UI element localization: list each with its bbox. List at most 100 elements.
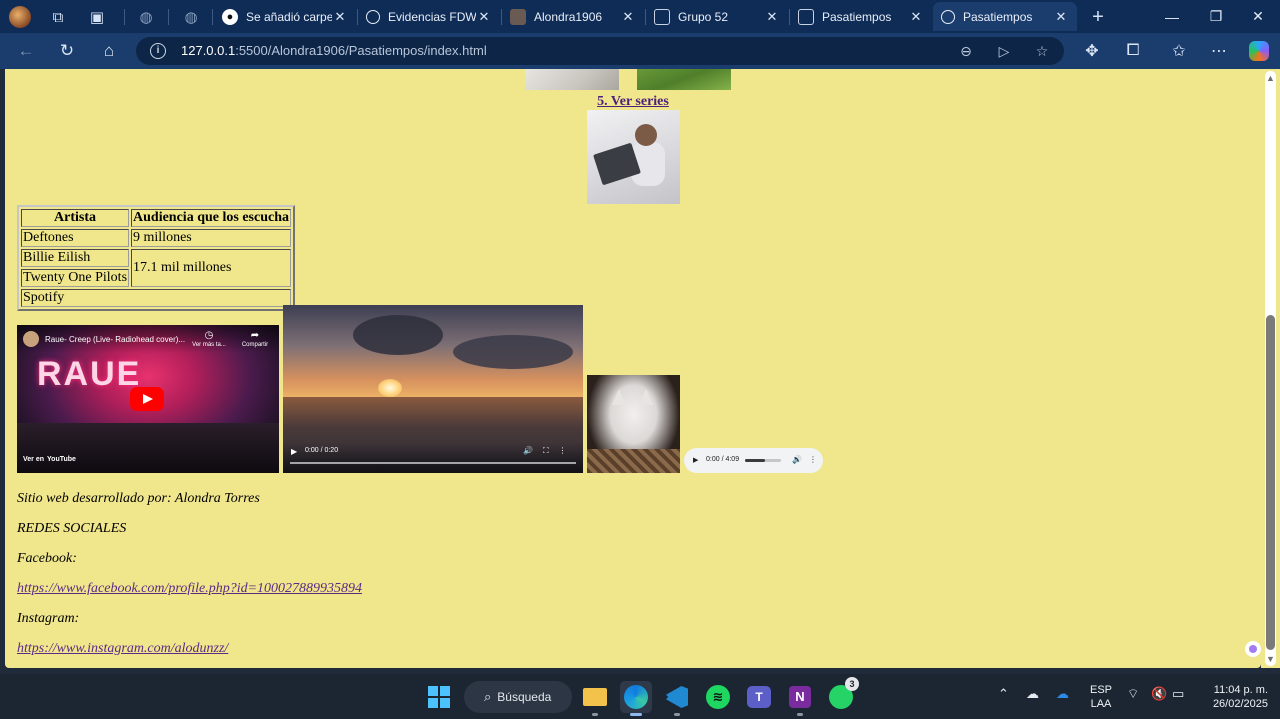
avatar-icon: [510, 8, 526, 25]
more-options-icon[interactable]: ⋮: [809, 455, 817, 464]
artist-cell: Twenty One Pilots: [21, 269, 130, 287]
channel-avatar[interactable]: [23, 331, 39, 347]
tab-pasatiempos[interactable]: Pasatiempos ✕: [790, 2, 932, 31]
windows-logo-icon: [428, 686, 450, 708]
share-icon: ➦: [250, 330, 260, 341]
close-tab-icon[interactable]: ✕: [620, 9, 636, 25]
tab-evidencias[interactable]: Evidencias FDW ✕: [358, 2, 500, 31]
teams-icon: T: [747, 686, 771, 708]
spotify-button[interactable]: ≋: [702, 681, 734, 713]
tab-title: Grupo 52: [678, 9, 729, 24]
workspaces-icon[interactable]: ⧉: [45, 4, 71, 30]
play-icon[interactable]: ▶: [291, 447, 297, 456]
onedrive-icon[interactable]: ☁: [1056, 686, 1069, 702]
zoom-icon[interactable]: ⊖: [955, 41, 977, 61]
close-tab-icon[interactable]: ✕: [332, 9, 348, 25]
github-icon: ●: [222, 8, 238, 25]
minimize-icon[interactable]: —: [1150, 0, 1194, 33]
youtube-video-title[interactable]: Raue- Creep (Live- Radiohead cover)...: [45, 335, 190, 344]
share-button[interactable]: ➦ Compartir: [235, 330, 275, 348]
table-footer-cell: Spotify: [21, 289, 291, 307]
notification-badge: 3: [845, 677, 859, 691]
taskbar-search[interactable]: ⌕ Búsqueda: [464, 681, 572, 713]
youtube-play-button[interactable]: [130, 387, 164, 411]
page-viewport: 5. Ver series Artista Audiencia que los …: [5, 69, 1261, 668]
teams-button[interactable]: T: [743, 681, 775, 713]
restore-icon[interactable]: ❐: [1194, 0, 1238, 33]
tab-grupo-52[interactable]: Grupo 52 ✕: [646, 2, 788, 31]
extension-icon[interactable]: ✥: [1078, 38, 1106, 64]
sunset-video-player[interactable]: ▶ 0:00 / 0:20 🔊⛶⋮: [283, 305, 583, 473]
wifi-icon[interactable]: ⌔: [1127, 686, 1139, 702]
volume-muted-icon[interactable]: 🔇: [1151, 686, 1167, 702]
hobby-image: [637, 69, 731, 90]
youtube-embed[interactable]: RAUE Raue- Creep (Live- Radiohead cover)…: [17, 325, 279, 473]
instagram-link[interactable]: https://www.instagram.com/alodunzz/: [17, 641, 228, 657]
page-icon: [798, 8, 814, 25]
scroll-down-icon[interactable]: ▼: [1265, 654, 1276, 664]
watch-on-youtube-link[interactable]: Ver en YouTube: [23, 456, 76, 463]
video-controls-icons[interactable]: 🔊⛶⋮: [523, 446, 577, 456]
new-tab-button[interactable]: +: [1085, 4, 1111, 30]
social-heading: REDES SOCIALES: [17, 521, 127, 536]
whatsapp-button[interactable]: 3: [825, 677, 859, 713]
onenote-button[interactable]: N: [784, 681, 816, 716]
artist-cell: Deftones: [21, 229, 130, 247]
table-row: Spotify: [21, 289, 291, 307]
tab-title: Evidencias FDW: [388, 9, 476, 24]
clock[interactable]: 11:04 p. m. 26/02/2025: [1196, 683, 1268, 711]
favorite-star-icon[interactable]: ☆: [1031, 41, 1053, 61]
close-tab-icon[interactable]: ✕: [1053, 9, 1069, 25]
site-info-icon[interactable]: i: [150, 43, 166, 59]
back-icon[interactable]: ←: [12, 38, 40, 64]
pinned-tab-globe-icon[interactable]: ◍: [133, 4, 159, 30]
edge-button[interactable]: [620, 681, 652, 716]
facebook-link[interactable]: https://www.facebook.com/profile.php?id=…: [17, 581, 362, 597]
copilot-icon[interactable]: [1245, 38, 1273, 64]
home-icon[interactable]: ⌂: [95, 38, 123, 64]
profile-avatar[interactable]: [7, 4, 33, 30]
audience-cell: 9 millones: [131, 229, 291, 247]
onedrive-personal-icon[interactable]: ☁: [1026, 686, 1039, 702]
tab-alondra1906[interactable]: Alondra1906 ✕: [502, 2, 644, 31]
close-tab-icon[interactable]: ✕: [476, 9, 492, 25]
address-bar[interactable]: i 127.0.0.1:5500/Alondra1906/Pasatiempos…: [136, 37, 1064, 65]
video-progress-bar[interactable]: [290, 462, 576, 464]
show-hidden-icons[interactable]: ⌃: [998, 686, 1009, 702]
pinned-tab-globe-icon[interactable]: ◍: [178, 4, 204, 30]
series-image: [587, 110, 680, 204]
close-tab-icon[interactable]: ✕: [908, 9, 924, 25]
site-credit: Sitio web desarrollado por: Alondra Torr…: [17, 491, 260, 506]
favorites-icon[interactable]: ✩: [1165, 38, 1193, 64]
play-icon[interactable]: ▶: [693, 456, 698, 464]
start-button[interactable]: [423, 681, 455, 713]
tab-pasatiempos-active[interactable]: Pasatiempos ✕: [933, 2, 1077, 31]
series-link[interactable]: 5. Ver series: [565, 94, 701, 110]
audio-progress-bar[interactable]: [745, 459, 781, 462]
url-text[interactable]: 127.0.0.1:5500/Alondra1906/Pasatiempos/i…: [181, 43, 487, 58]
battery-icon[interactable]: ▭: [1172, 686, 1184, 702]
volume-icon[interactable]: 🔊: [792, 455, 802, 464]
extensions-puzzle-icon[interactable]: ⧠: [1119, 38, 1147, 64]
read-aloud-icon[interactable]: ▷: [993, 41, 1015, 61]
scroll-up-icon[interactable]: ▲: [1265, 73, 1276, 83]
tab-actions-icon[interactable]: ▣: [84, 4, 110, 30]
scrollbar-thumb[interactable]: [1266, 315, 1275, 650]
globe-icon: [366, 9, 380, 24]
close-window-icon[interactable]: ✕: [1236, 0, 1280, 33]
spotify-icon: ≋: [706, 685, 730, 709]
vscode-button[interactable]: [661, 681, 693, 716]
more-menu-icon[interactable]: ⋯: [1205, 38, 1233, 64]
file-explorer-button[interactable]: [579, 681, 611, 716]
audio-player[interactable]: ▶ 0:00 / 4:09 🔊 ⋮: [684, 448, 823, 473]
kitten-image: [587, 375, 680, 473]
tab-github[interactable]: ● Se añadió carpeta ✕: [214, 2, 356, 31]
floating-extension-icon[interactable]: [1245, 641, 1261, 657]
close-tab-icon[interactable]: ✕: [764, 9, 780, 25]
globe-icon: [941, 9, 955, 24]
edge-icon: [624, 685, 648, 709]
watch-later-button[interactable]: ◷ Ver más ta...: [189, 330, 229, 348]
refresh-icon[interactable]: ↻: [53, 38, 81, 64]
page-scrollbar[interactable]: ▲ ▼: [1261, 69, 1280, 668]
language-indicator[interactable]: ESP LAA: [1090, 683, 1112, 711]
